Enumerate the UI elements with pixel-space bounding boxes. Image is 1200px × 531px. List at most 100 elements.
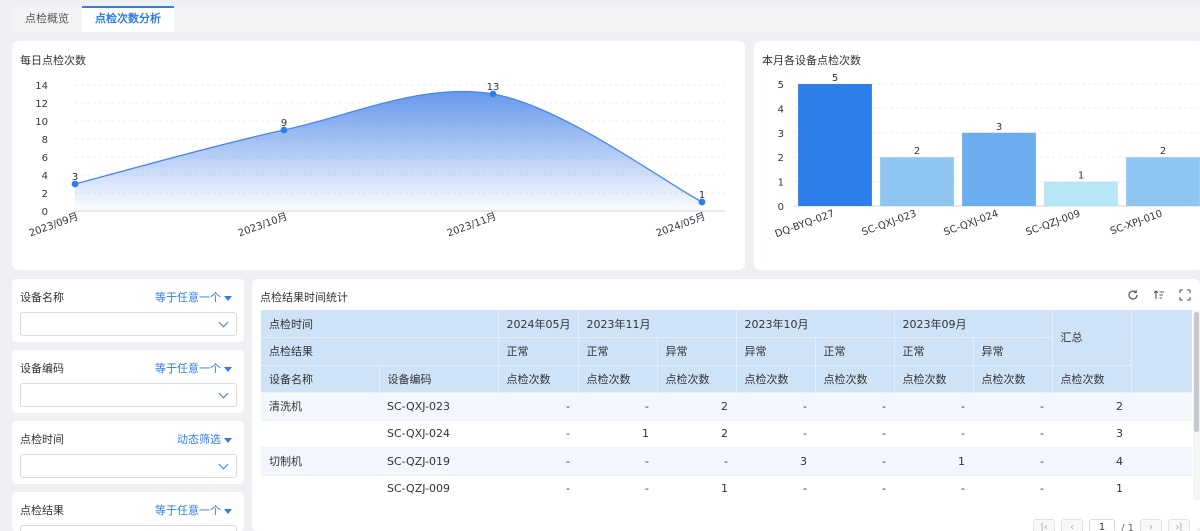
filter-inspection-time-select[interactable] xyxy=(20,454,237,478)
cell-count: 1 xyxy=(657,475,736,500)
filter-inspection-result-label: 点检结果 xyxy=(20,504,64,517)
filter-inspection-time-mode[interactable]: 动态筛选 xyxy=(177,431,232,447)
data-label: 13 xyxy=(487,82,500,93)
caret-down-icon xyxy=(224,437,232,443)
header-result: 正常 xyxy=(498,337,579,366)
cell-count: - xyxy=(815,447,894,476)
filter-device-name: 设备名称 等于任意一个 xyxy=(12,279,244,342)
daily-inspection-chart-card: 每日点检次数 0 2 4 6 8 10 12 14 3 2023/09月 9 2023/10月 13 20… xyxy=(12,41,745,270)
y-tick-label: 5 xyxy=(778,80,784,91)
area-fill xyxy=(75,91,702,211)
bar xyxy=(1044,181,1118,206)
filter-device-code-select[interactable] xyxy=(20,383,237,407)
cell-device-name: 切制机 xyxy=(261,447,379,476)
filter-device-name-mode[interactable]: 等于任意一个 xyxy=(155,289,232,305)
last-page-button[interactable]: ›| xyxy=(1168,519,1190,531)
scrollbar-thumb[interactable] xyxy=(1194,312,1199,432)
daily-inspection-chart: 0 2 4 6 8 10 12 14 3 2023/09月 9 2023/10月 13 2023/11月 1… xyxy=(27,81,725,240)
y-tick-label: 1 xyxy=(778,178,784,189)
y-tick-label: 0 xyxy=(42,207,48,218)
data-label: 5 xyxy=(832,73,838,84)
header-spacer xyxy=(1131,310,1192,393)
x-tick-label: 2024/05月 xyxy=(654,211,707,240)
table-vertical-scrollbar[interactable] xyxy=(1193,310,1200,500)
cell-count: - xyxy=(498,475,578,500)
cell-count: 1 xyxy=(894,447,973,476)
cell-count: - xyxy=(894,475,973,500)
x-tick-label: SC-QZJ-009 xyxy=(1024,208,1082,238)
device-inspection-chart-card: 本月各设备点检次数 0 1 2 3 4 5 5 DQ-BYQ-027 2 SC-QXJ-023 3 S… xyxy=(754,41,1200,270)
filter-inspection-result-select[interactable] xyxy=(20,525,237,531)
header-inspection-result: 点检结果 xyxy=(261,337,499,366)
inspection-result-table-card: 点检结果时间统计 点检时间 2024年05月 2023年11月 2023年10月… xyxy=(252,279,1200,531)
data-label: 1 xyxy=(699,190,705,201)
cell-spacer xyxy=(1131,392,1192,421)
cell-count: - xyxy=(894,420,973,448)
refresh-icon[interactable] xyxy=(1126,288,1140,302)
x-tick-label: DQ-BYQ-027 xyxy=(774,208,836,240)
x-tick-label: SC-QXJ-024 xyxy=(942,208,1000,238)
table-row[interactable]: 切制机 SC-QZJ-019- - -3-1-4 xyxy=(261,447,1192,476)
filter-device-name-label: 设备名称 xyxy=(20,291,64,304)
header-result: 正常 xyxy=(578,337,658,366)
cell-count: 1 xyxy=(578,420,657,448)
y-tick-label: 14 xyxy=(35,81,48,92)
first-page-button[interactable]: |‹ xyxy=(1033,519,1056,531)
chevron-down-icon xyxy=(218,459,229,470)
cell-device-code: SC-QZJ-009 xyxy=(379,475,498,500)
x-tick-label: SC-XPJ-010 xyxy=(1109,208,1164,237)
y-tick-label: 12 xyxy=(35,99,48,110)
header-device-code: 设备编码 xyxy=(379,365,499,393)
table-row[interactable]: SC-QXJ-024-1 2- - - -3 xyxy=(261,420,1192,448)
caret-down-icon xyxy=(224,295,232,301)
cell-count: - xyxy=(736,475,815,500)
header-inspection-time: 点检时间 xyxy=(261,310,499,338)
prev-page-button[interactable]: ‹ xyxy=(1061,519,1084,531)
cell-device-name xyxy=(261,420,379,448)
y-tick-label: 10 xyxy=(35,117,48,128)
cell-total: 4 xyxy=(1052,447,1131,476)
y-tick-label: 4 xyxy=(42,171,48,182)
page-number-input[interactable]: 1 xyxy=(1089,519,1116,531)
table-row[interactable]: 清洗机 SC-QXJ-023- -2- - - -2 xyxy=(261,392,1192,421)
next-page-button[interactable]: › xyxy=(1140,519,1162,531)
fullscreen-icon[interactable] xyxy=(1178,288,1192,302)
filter-inspection-time-label: 点检时间 xyxy=(20,433,64,446)
y-tick-label: 2 xyxy=(778,153,784,164)
table-row[interactable]: SC-QZJ-009- -1- - - -1 xyxy=(261,475,1192,500)
cell-count: 2 xyxy=(657,420,736,448)
x-tick-label: 2023/11月 xyxy=(445,211,498,240)
cell-device-code: SC-QXJ-024 xyxy=(379,420,498,448)
header-result: 异常 xyxy=(973,337,1053,366)
cell-count: 2 xyxy=(657,392,736,421)
cell-count: - xyxy=(578,392,657,421)
page-total: / 1 xyxy=(1121,522,1134,531)
cell-count: 3 xyxy=(736,447,815,476)
y-tick-label: 2 xyxy=(42,189,48,200)
filter-inspection-result-mode[interactable]: 等于任意一个 xyxy=(155,502,232,518)
header-total: 汇总 xyxy=(1052,310,1132,366)
header-measure: 点检次数 xyxy=(894,365,974,393)
cell-device-code: SC-QXJ-023 xyxy=(379,392,498,421)
table-scroll-area[interactable]: 点检时间 2024年05月 2023年11月 2023年10月 2023年09月… xyxy=(261,310,1192,500)
tab-count-analysis[interactable]: 点检次数分析 xyxy=(82,6,174,32)
tab-overview[interactable]: 点检概览 xyxy=(12,6,82,32)
header-measure: 点检次数 xyxy=(578,365,658,393)
cell-device-code: SC-QZJ-019 xyxy=(379,447,498,476)
bar xyxy=(798,84,872,206)
device-inspection-chart: 0 1 2 3 4 5 5 DQ-BYQ-027 2 SC-QXJ-023 3 SC-QXJ-024 1… xyxy=(774,73,1200,240)
filter-device-code-mode[interactable]: 等于任意一个 xyxy=(155,360,232,376)
cell-count: - xyxy=(578,475,657,500)
header-measure: 点检次数 xyxy=(973,365,1053,393)
sort-icon[interactable] xyxy=(1152,288,1166,302)
cell-total: 3 xyxy=(1052,420,1131,448)
filter-device-code-mode-text: 等于任意一个 xyxy=(155,362,221,375)
filter-device-code: 设备编码 等于任意一个 xyxy=(12,350,244,413)
header-period-2023-11: 2023年11月 xyxy=(578,310,737,338)
cell-device-name xyxy=(261,475,379,500)
cell-count: - xyxy=(815,420,894,448)
cell-total: 2 xyxy=(1052,392,1131,421)
cell-count: - xyxy=(973,447,1052,476)
filter-device-name-select[interactable] xyxy=(20,312,237,336)
chevron-down-icon xyxy=(218,317,229,328)
